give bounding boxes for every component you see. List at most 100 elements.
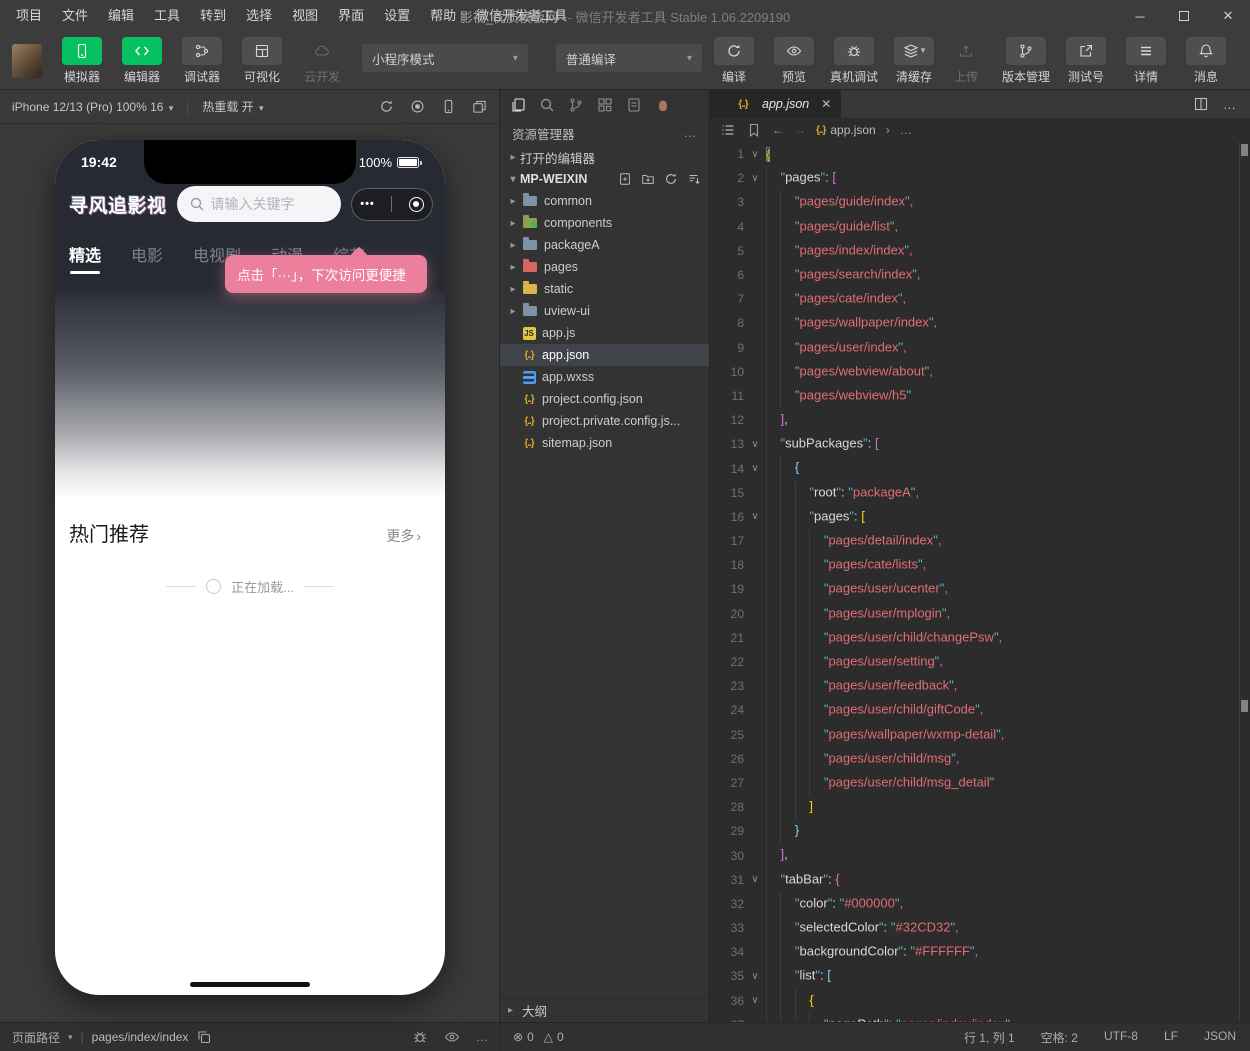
code-line-26[interactable]: 26"pages/user/child/msg", — [710, 747, 1250, 771]
explorer-more-icon[interactable]: … — [684, 126, 698, 140]
code-line-5[interactable]: 5"pages/index/index", — [710, 239, 1250, 263]
menu-选择[interactable]: 选择 — [236, 0, 282, 32]
toolbar-button-cloud[interactable]: 云开发 — [296, 37, 348, 85]
toolbar-button-refresh[interactable]: 编译 — [708, 37, 760, 85]
code-line-16[interactable]: 16∨"pages": [ — [710, 505, 1250, 529]
code-line-7[interactable]: 7"pages/cate/index", — [710, 287, 1250, 311]
toolbar-button-phone[interactable]: 模拟器 — [56, 37, 108, 85]
code-line-13[interactable]: 13∨"subPackages": [ — [710, 432, 1250, 456]
code-line-24[interactable]: 24"pages/user/child/giftCode", — [710, 698, 1250, 722]
code-line-1[interactable]: 1∨{ — [710, 142, 1250, 166]
status-more-icon[interactable]: … — [476, 1030, 488, 1044]
menu-编辑[interactable]: 编辑 — [98, 0, 144, 32]
toolbar-button-layers[interactable]: ▾ 清缓存 — [888, 37, 940, 85]
code-line-33[interactable]: 33"selectedColor": "#32CD32", — [710, 916, 1250, 940]
code-line-37[interactable]: 37"pagePath": "pages/index/index", — [710, 1013, 1250, 1022]
newfile-icon[interactable] — [618, 172, 632, 186]
code-line-32[interactable]: 32"color": "#000000", — [710, 892, 1250, 916]
editor-more-icon[interactable]: … — [1223, 97, 1236, 112]
warnings-count[interactable]: △0 — [544, 1030, 564, 1044]
code-line-10[interactable]: 10"pages/webview/about", — [710, 360, 1250, 384]
code-line-22[interactable]: 22"pages/user/setting", — [710, 650, 1250, 674]
code-line-20[interactable]: 20"pages/user/mplogin", — [710, 602, 1250, 626]
menu-设置[interactable]: 设置 — [374, 0, 420, 32]
category-tab-精选[interactable]: 精选 — [69, 242, 101, 276]
user-avatar[interactable] — [12, 44, 42, 78]
code-line-4[interactable]: 4"pages/guide/list", — [710, 215, 1250, 239]
activity-blocks-icon[interactable] — [597, 97, 613, 113]
open-editors-section[interactable]: ▸打开的编辑器 — [500, 146, 709, 168]
tree-item-common[interactable]: ▸common — [500, 190, 709, 212]
outline-list-icon[interactable] — [720, 122, 736, 138]
activity-hand-icon[interactable] — [655, 97, 671, 113]
toolbar-button-eye[interactable]: 预览 — [768, 37, 820, 85]
sim-windows-icon[interactable] — [472, 99, 487, 114]
code-line-31[interactable]: 31∨"tabBar": { — [710, 868, 1250, 892]
more-link[interactable]: 更多› — [386, 526, 431, 546]
debug-status-icon[interactable] — [412, 1029, 428, 1045]
code-line-30[interactable]: 30], — [710, 843, 1250, 867]
menu-视图[interactable]: 视图 — [282, 0, 328, 32]
code-line-17[interactable]: 17"pages/detail/index", — [710, 529, 1250, 553]
code-line-23[interactable]: 23"pages/user/feedback", — [710, 674, 1250, 698]
tree-item-pages[interactable]: ▸pages — [500, 256, 709, 278]
tab-app-json[interactable]: {..} app.json ✕ — [710, 90, 841, 118]
category-tab-电影[interactable]: 电影 — [131, 242, 163, 276]
tree-item-app.wxss[interactable]: app.wxss — [500, 366, 709, 388]
code-line-9[interactable]: 9"pages/user/index", — [710, 336, 1250, 360]
close-tab-icon[interactable]: ✕ — [821, 97, 831, 111]
copy-path-icon[interactable] — [196, 1029, 212, 1045]
mode-select[interactable]: 小程序模式▾ — [362, 44, 528, 72]
menu-界面[interactable]: 界面 — [328, 0, 374, 32]
eol[interactable]: LF — [1164, 1029, 1178, 1046]
toolbar-button-grid[interactable]: 可视化 — [236, 37, 288, 85]
tree-item-sitemap.json[interactable]: {..}sitemap.json — [500, 432, 709, 454]
menu-文件[interactable]: 文件 — [52, 0, 98, 32]
tree-item-components[interactable]: ▸components — [500, 212, 709, 234]
code-line-8[interactable]: 8"pages/wallpaper/index", — [710, 311, 1250, 335]
toolbar-button-upload[interactable]: 上传 — [940, 37, 992, 85]
tree-item-packageA[interactable]: ▸packageA — [500, 234, 709, 256]
tree-item-static[interactable]: ▸static — [500, 278, 709, 300]
scrollbar-thumb[interactable] — [1241, 144, 1248, 156]
split-editor-icon[interactable] — [1193, 96, 1209, 112]
toolbar-button-branch[interactable]: 版本管理 — [1000, 37, 1052, 85]
miniprogram-capsule[interactable]: ••• — [351, 188, 433, 221]
tree-item-uview-ui[interactable]: ▸uview-ui — [500, 300, 709, 322]
code-line-14[interactable]: 14∨{ — [710, 456, 1250, 480]
toolbar-button-external[interactable]: 测试号 — [1060, 37, 1112, 85]
bookmark-icon[interactable] — [746, 122, 762, 138]
sim-device-icon[interactable] — [441, 99, 456, 114]
tree-item-project.config.json[interactable]: {..}project.config.json — [500, 388, 709, 410]
search-input[interactable]: 请输入关键字 — [177, 186, 341, 222]
toolbar-button-bell[interactable]: 消息 — [1180, 37, 1232, 85]
sim-record-icon[interactable] — [410, 99, 425, 114]
code-line-3[interactable]: 3"pages/guide/index", — [710, 190, 1250, 214]
toolbar-button-code[interactable]: 编辑器 — [116, 37, 168, 85]
sim-refresh-icon[interactable] — [379, 99, 394, 114]
activity-search-icon[interactable] — [539, 97, 555, 113]
nav-back-icon[interactable]: ← — [772, 123, 784, 137]
errors-count[interactable]: ⊗0 — [513, 1030, 534, 1044]
code-line-28[interactable]: 28] — [710, 795, 1250, 819]
tree-item-app.json[interactable]: {..}app.json — [500, 344, 709, 366]
code-line-12[interactable]: 12], — [710, 408, 1250, 432]
minimize-button[interactable]: ─ — [1118, 0, 1162, 32]
more-dots-icon[interactable]: ••• — [360, 198, 375, 210]
code-line-36[interactable]: 36∨{ — [710, 989, 1250, 1013]
code-line-2[interactable]: 2∨"pages": [ — [710, 166, 1250, 190]
code-line-21[interactable]: 21"pages/user/child/changePsw", — [710, 626, 1250, 650]
menu-转到[interactable]: 转到 — [190, 0, 236, 32]
toolbar-button-debug[interactable]: 调试器 — [176, 37, 228, 85]
indent-setting[interactable]: 空格: 2 — [1041, 1029, 1078, 1046]
code-line-25[interactable]: 25"pages/wallpaper/wxmp-detail", — [710, 723, 1250, 747]
language-mode[interactable]: JSON — [1204, 1029, 1236, 1046]
encoding[interactable]: UTF-8 — [1104, 1029, 1138, 1046]
code-line-27[interactable]: 27"pages/user/child/msg_detail" — [710, 771, 1250, 795]
compile-mode-select[interactable]: 普通编译▾ — [556, 44, 702, 72]
hot-reload-toggle[interactable]: 热重载 开 ▾ — [202, 98, 263, 115]
code-line-11[interactable]: 11"pages/webview/h5" — [710, 384, 1250, 408]
page-path-label[interactable]: 页面路径 — [12, 1029, 60, 1046]
code-line-15[interactable]: 15"root": "packageA", — [710, 481, 1250, 505]
code-area[interactable]: 1∨{2∨"pages": [3"pages/guide/index",4"pa… — [710, 142, 1250, 1022]
